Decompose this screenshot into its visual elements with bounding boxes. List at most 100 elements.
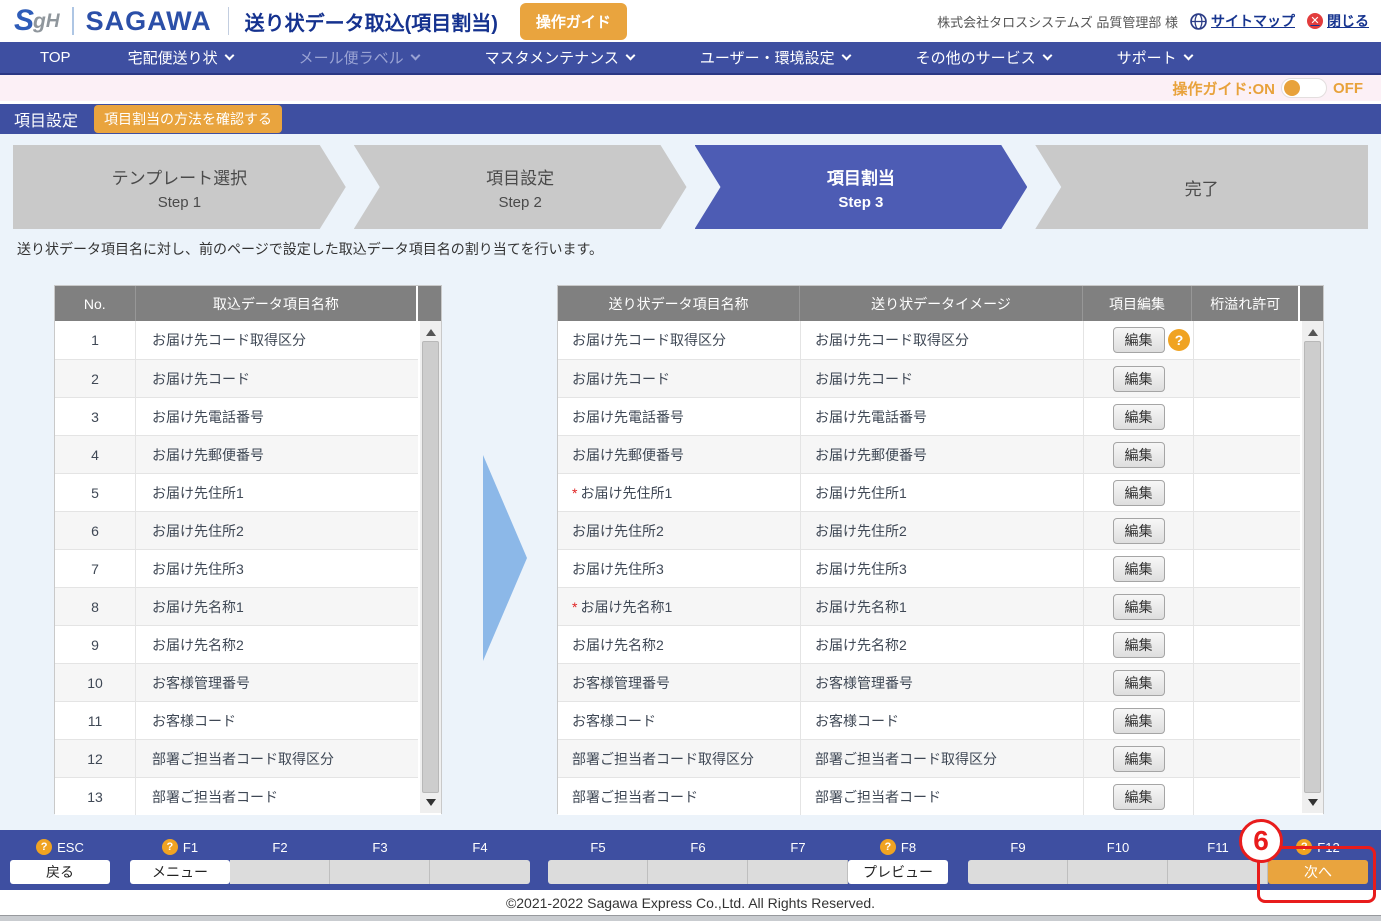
import-row: 12部署ご担当者コード取得区分 (55, 739, 441, 777)
guide-toggle-row: 操作ガイド:ON OFF (0, 75, 1381, 101)
invoice-item-image: お届け先住所1 (800, 474, 1083, 511)
edit-button[interactable]: 編集 (1113, 594, 1165, 620)
row-number: 4 (55, 436, 135, 473)
edit-button[interactable]: 編集 (1113, 556, 1165, 582)
confirm-method-button[interactable]: 項目割当の方法を確認する (94, 105, 282, 133)
import-item-name: お届け先住所3 (135, 550, 418, 587)
step-1: テンプレート選択Step 1 (13, 145, 346, 229)
invoice-row: *お届け先名称1お届け先名称1 編集 (558, 587, 1323, 625)
scrollbar-thumb[interactable] (1304, 341, 1321, 793)
help-icon[interactable]: ? (1168, 329, 1190, 351)
row-number: 13 (55, 778, 135, 815)
app-window: SgH SAGAWA 送り状データ取込(項目割当) 操作ガイド 株式会社タロスシ… (0, 0, 1381, 921)
edit-button[interactable]: 編集 (1113, 366, 1165, 392)
scroll-down-button[interactable] (1302, 793, 1323, 811)
nav-item-5[interactable]: ユーザー・環境設定 (667, 47, 883, 68)
import-row: 10お客様管理番号 (55, 663, 441, 701)
fn-key-text: F9 (1010, 840, 1025, 855)
invoice-item-name: 部署ご担当者コード (558, 778, 800, 815)
invoice-row: お届け先電話番号お届け先電話番号編集 (558, 397, 1323, 435)
fn-group-2: ?F1F2F3F4メニュー (130, 837, 530, 884)
logo-letter-g: g (33, 11, 46, 32)
title-divider (228, 7, 229, 35)
edit-button[interactable]: 編集 (1113, 632, 1165, 658)
nav-item-7[interactable]: サポート (1084, 47, 1225, 68)
fn-action-f1[interactable]: メニュー (130, 860, 230, 884)
overflow-allow-cell (1193, 474, 1300, 511)
help-icon[interactable]: ? (36, 839, 52, 855)
fn-action-esc[interactable]: 戻る (10, 860, 110, 884)
sitemap-link[interactable]: サイトマップ (1190, 11, 1295, 31)
help-icon[interactable]: ? (1296, 839, 1312, 855)
triangle-up-icon (426, 329, 436, 336)
fn-action-f12[interactable]: 次へ (1268, 860, 1368, 884)
row-number: 5 (55, 474, 135, 511)
close-link[interactable]: ✕ 閉じる (1307, 11, 1369, 31)
invoice-data-table: 送り状データ項目名称 送り状データイメージ 項目編集 桁溢れ許可 お届け先コード… (557, 285, 1324, 814)
edit-button[interactable]: 編集 (1113, 442, 1165, 468)
edit-button[interactable]: 編集 (1113, 746, 1165, 772)
chevron-down-icon (625, 51, 635, 61)
logo-letter-h: H (46, 12, 60, 31)
invoice-row: お届け先郵便番号お届け先郵便番号編集 (558, 435, 1323, 473)
fn-key-text: F3 (372, 840, 387, 855)
scroll-up-button[interactable] (420, 323, 441, 341)
nav-item-6[interactable]: その他のサービス (883, 47, 1084, 68)
function-key-bar: ?ESC戻る?F1F2F3F4メニューF5F6F7?F8プレビューF9F10F1… (0, 830, 1381, 890)
edit-button[interactable]: 編集 (1113, 708, 1165, 734)
fn-button-f12: 次へ (1268, 860, 1368, 884)
import-item-name: お届け先住所1 (135, 474, 418, 511)
fn-key-text: F7 (790, 840, 805, 855)
import-table-scrollbar[interactable] (418, 321, 441, 813)
nav-item-label: 宅配便送り状 (128, 47, 218, 68)
page-footer: ©2021-2022 Sagawa Express Co.,Ltd. All R… (0, 890, 1381, 915)
edit-button[interactable]: 編集 (1113, 327, 1165, 353)
fn-key-label-esc: ?ESC (10, 837, 110, 857)
help-icon[interactable]: ? (880, 839, 896, 855)
invoice-item-name: お届け先住所3 (558, 550, 800, 587)
overflow-allow-cell (1193, 550, 1300, 587)
import-row: 9お届け先名称2 (55, 625, 441, 663)
operation-guide-button[interactable]: 操作ガイド (520, 3, 627, 40)
step-3: 項目割当Step 3 (695, 145, 1028, 229)
import-item-name: お届け先住所2 (135, 512, 418, 549)
edit-button[interactable]: 編集 (1113, 784, 1165, 810)
nav-item-4[interactable]: マスタメンテナンス (452, 47, 667, 68)
invoice-table-scrollbar[interactable] (1300, 321, 1323, 813)
nav-item-2[interactable]: 宅配便送り状 (95, 47, 266, 68)
fn-button-f11 (1168, 860, 1268, 884)
invoice-item-name: お届け先郵便番号 (558, 436, 800, 473)
scroll-down-button[interactable] (420, 793, 441, 811)
edit-cell: 編集 (1083, 436, 1193, 473)
scrollbar-thumb[interactable] (422, 341, 439, 793)
overflow-allow-cell (1193, 664, 1300, 701)
fn-key-label-f11: F11 (1168, 837, 1268, 857)
nav-item-1[interactable]: TOP (16, 49, 95, 66)
help-icon[interactable]: ? (162, 839, 178, 855)
edit-button[interactable]: 編集 (1113, 518, 1165, 544)
invoice-item-image: お届け先住所2 (800, 512, 1083, 549)
fn-group-1: ?ESC 戻る (10, 837, 110, 884)
overflow-allow-cell (1193, 740, 1300, 777)
nav-item-label: ユーザー・環境設定 (700, 47, 835, 68)
invoice-item-name: *お届け先名称1 (558, 588, 800, 625)
edit-button[interactable]: 編集 (1113, 670, 1165, 696)
guide-toggle-switch[interactable] (1281, 78, 1327, 98)
edit-cell: 編集 (1083, 740, 1193, 777)
page-title: 送り状データ取込(項目割当) (245, 7, 498, 36)
chevron-down-icon (224, 51, 234, 61)
edit-button[interactable]: 編集 (1113, 480, 1165, 506)
edit-button[interactable]: 編集 (1113, 404, 1165, 430)
fn-key-label-f7: F7 (748, 837, 848, 857)
column-header-import-name: 取込データ項目名称 (135, 286, 417, 321)
fn-action-f8[interactable]: プレビュー (848, 860, 948, 884)
fn-button-f6 (648, 860, 748, 884)
fn-button-f10 (1068, 860, 1168, 884)
import-item-name: 部署ご担当者コード (135, 778, 418, 815)
import-item-name: お届け先名称1 (135, 588, 418, 625)
fn-key-label-f3: F3 (330, 837, 430, 857)
invoice-item-image: お届け先名称1 (800, 588, 1083, 625)
scroll-up-button[interactable] (1302, 323, 1323, 341)
invoice-table-body: お届け先コード取得区分お届け先コード取得区分編集?お届け先コードお届け先コード編… (558, 321, 1323, 815)
nav-item-label: サポート (1117, 47, 1177, 68)
